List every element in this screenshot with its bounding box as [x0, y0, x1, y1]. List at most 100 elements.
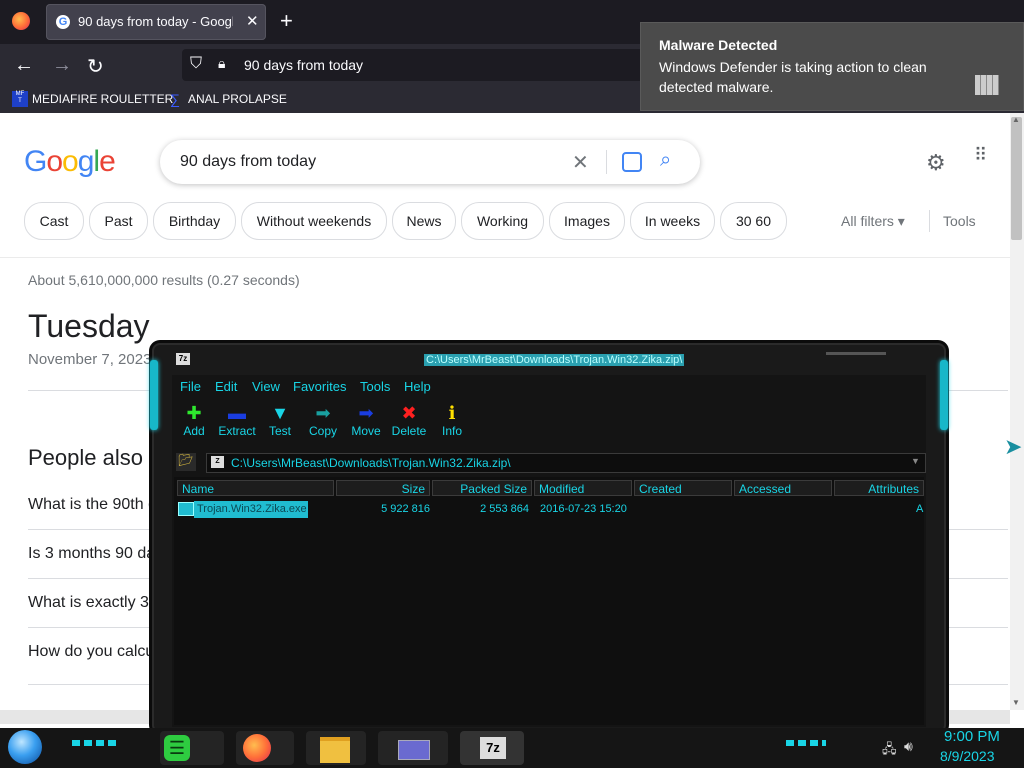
7zip-address-bar[interactable]: Z C:\Users\MrBeast\Downloads\Trojan.Win3…: [206, 453, 926, 473]
chip-cast[interactable]: Cast: [24, 202, 84, 240]
test-button[interactable]: ▼ Test: [264, 403, 296, 438]
move-icon: ➡: [358, 403, 374, 423]
lens-icon[interactable]: [622, 152, 642, 172]
taskbar-firefox[interactable]: [236, 731, 294, 765]
extract-label: Extract: [218, 424, 256, 438]
delete-button[interactable]: ✖ Delete: [390, 403, 428, 438]
chip-news[interactable]: News: [392, 202, 456, 240]
search-icon[interactable]: ⌕: [660, 149, 671, 172]
folder-up-icon[interactable]: 📂︎: [176, 453, 196, 471]
answer-day: Tuesday: [28, 308, 150, 344]
tab-close-icon[interactable]: ✕: [246, 12, 259, 30]
info-button[interactable]: ℹ Info: [438, 403, 466, 438]
firefox-menu-icon[interactable]: [12, 12, 30, 30]
new-tab-button[interactable]: +: [280, 8, 293, 34]
add-button[interactable]: ✚ Add: [178, 403, 210, 438]
url-bar[interactable]: ⛉ 🔒︎ 90 days from today: [182, 49, 702, 81]
copy-icon: ➡: [315, 403, 331, 423]
notes-icon: ☰: [164, 735, 190, 761]
menu-favorites[interactable]: Favorites: [293, 379, 346, 394]
url-text[interactable]: 90 days from today: [244, 57, 363, 73]
file-modified: 2016-07-23 15:20: [540, 503, 627, 515]
copy-button[interactable]: ➡ Copy: [306, 403, 340, 438]
frame-glow-left: [150, 360, 158, 430]
move-button[interactable]: ➡ Move: [349, 403, 383, 438]
scroll-up-icon[interactable]: ▲: [1012, 115, 1020, 124]
chip-in-weeks[interactable]: In weeks: [630, 202, 715, 240]
clock-date[interactable]: 8/9/2023: [940, 748, 995, 764]
google-logo[interactable]: Google: [24, 145, 116, 179]
clear-search-icon[interactable]: ✕: [572, 150, 589, 175]
taskbar-notes-app[interactable]: ☰: [160, 731, 224, 765]
column-name[interactable]: Name: [177, 480, 334, 496]
caret-down-icon: ▾: [897, 213, 905, 229]
chip-past[interactable]: Past: [89, 202, 148, 240]
add-label: Add: [183, 424, 205, 438]
column-modified[interactable]: Modified: [534, 480, 632, 496]
search-box[interactable]: 90 days from today ✕ ⌕: [160, 140, 700, 184]
all-filters-button[interactable]: All filters ▾: [841, 213, 905, 230]
extract-button[interactable]: ▬ Extract: [216, 403, 258, 438]
menu-view[interactable]: View: [252, 379, 280, 394]
results-stats: About 5,610,000,000 results (0.27 second…: [28, 272, 300, 288]
malware-notification[interactable]: Malware Detected Windows Defender is tak…: [640, 22, 1024, 111]
clock-time[interactable]: 9:00 PM: [944, 728, 1000, 745]
folder-icon: [320, 737, 350, 763]
back-button[interactable]: ←: [14, 54, 34, 77]
answer-date: November 7, 2023: [28, 351, 152, 368]
info-icon: ℹ: [448, 403, 456, 423]
network-icon[interactable]: 🖧: [882, 740, 897, 762]
taskbar-glow-right: [786, 740, 826, 746]
notification-title: Malware Detected: [659, 37, 778, 53]
taskbar-7zip[interactable]: 7z: [460, 731, 524, 765]
taskbar-monitor[interactable]: [378, 731, 448, 765]
menu-edit[interactable]: Edit: [215, 379, 237, 394]
scroll-down-icon[interactable]: ▼: [1012, 698, 1020, 707]
all-filters-label: All filters: [841, 213, 894, 229]
menu-tools[interactable]: Tools: [360, 379, 390, 394]
chip-birthday[interactable]: Birthday: [153, 202, 236, 240]
volume-icon[interactable]: 🔊︎: [904, 738, 913, 755]
column-created[interactable]: Created: [634, 480, 732, 496]
lock-icon[interactable]: 🔒︎: [218, 55, 225, 72]
7zip-address-text[interactable]: C:\Users\MrBeast\Downloads\Trojan.Win32.…: [231, 456, 511, 470]
forward-button[interactable]: →: [52, 54, 72, 77]
search-divider: [606, 150, 607, 174]
test-label: Test: [268, 424, 291, 438]
menu-file[interactable]: File: [180, 379, 201, 394]
start-button[interactable]: [8, 730, 42, 764]
7zip-window-title: C:\Users\MrBeast\Downloads\Trojan.Win32.…: [424, 354, 685, 366]
file-packed-size: 2 553 864: [480, 503, 529, 515]
column-packed-size[interactable]: Packed Size: [432, 480, 532, 496]
reload-button[interactable]: ↻: [87, 54, 104, 79]
chip-images[interactable]: Images: [549, 202, 625, 240]
menu-help[interactable]: Help: [404, 379, 431, 394]
7zip-app-icon: 7z: [176, 353, 190, 365]
window-controls[interactable]: [826, 352, 886, 355]
search-input[interactable]: 90 days from today: [180, 153, 316, 171]
column-size[interactable]: Size: [336, 480, 430, 496]
column-accessed[interactable]: Accessed: [734, 480, 832, 496]
bookmark-mediafire[interactable]: MEDIAFIRE ROULETTER: [32, 92, 173, 106]
chip-without-weekends[interactable]: Without weekends: [241, 202, 387, 240]
notification-body: Windows Defender is taking action to cle…: [659, 59, 927, 95]
7zip-taskbar-icon: 7z: [480, 737, 506, 759]
shield-icon[interactable]: ⛉: [190, 55, 202, 73]
gear-icon[interactable]: ⚙: [926, 150, 946, 176]
taskbar-glow-left: [72, 740, 116, 746]
chip-working[interactable]: Working: [461, 202, 544, 240]
browser-tab[interactable]: G 90 days from today - Google Se ✕: [46, 4, 266, 40]
bookmark-anal-prolapse[interactable]: ANAL PROLAPSE: [188, 92, 287, 106]
delete-label: Delete: [391, 424, 427, 438]
scroll-thumb[interactable]: [1011, 117, 1022, 240]
chip-30-60[interactable]: 30 60: [720, 202, 787, 240]
tools-button[interactable]: Tools: [943, 213, 976, 229]
file-name[interactable]: Trojan.Win32.Zika.exe: [197, 503, 307, 515]
google-favicon-icon: G: [56, 15, 70, 29]
tab-title: 90 days from today - Google Se: [78, 14, 233, 29]
firefox-icon: [243, 734, 271, 762]
address-dropdown-icon[interactable]: ▼: [911, 456, 920, 466]
apps-grid-icon[interactable]: ⠿: [974, 146, 987, 164]
taskbar-file-explorer[interactable]: [306, 731, 366, 765]
column-attributes[interactable]: Attributes: [834, 480, 924, 496]
